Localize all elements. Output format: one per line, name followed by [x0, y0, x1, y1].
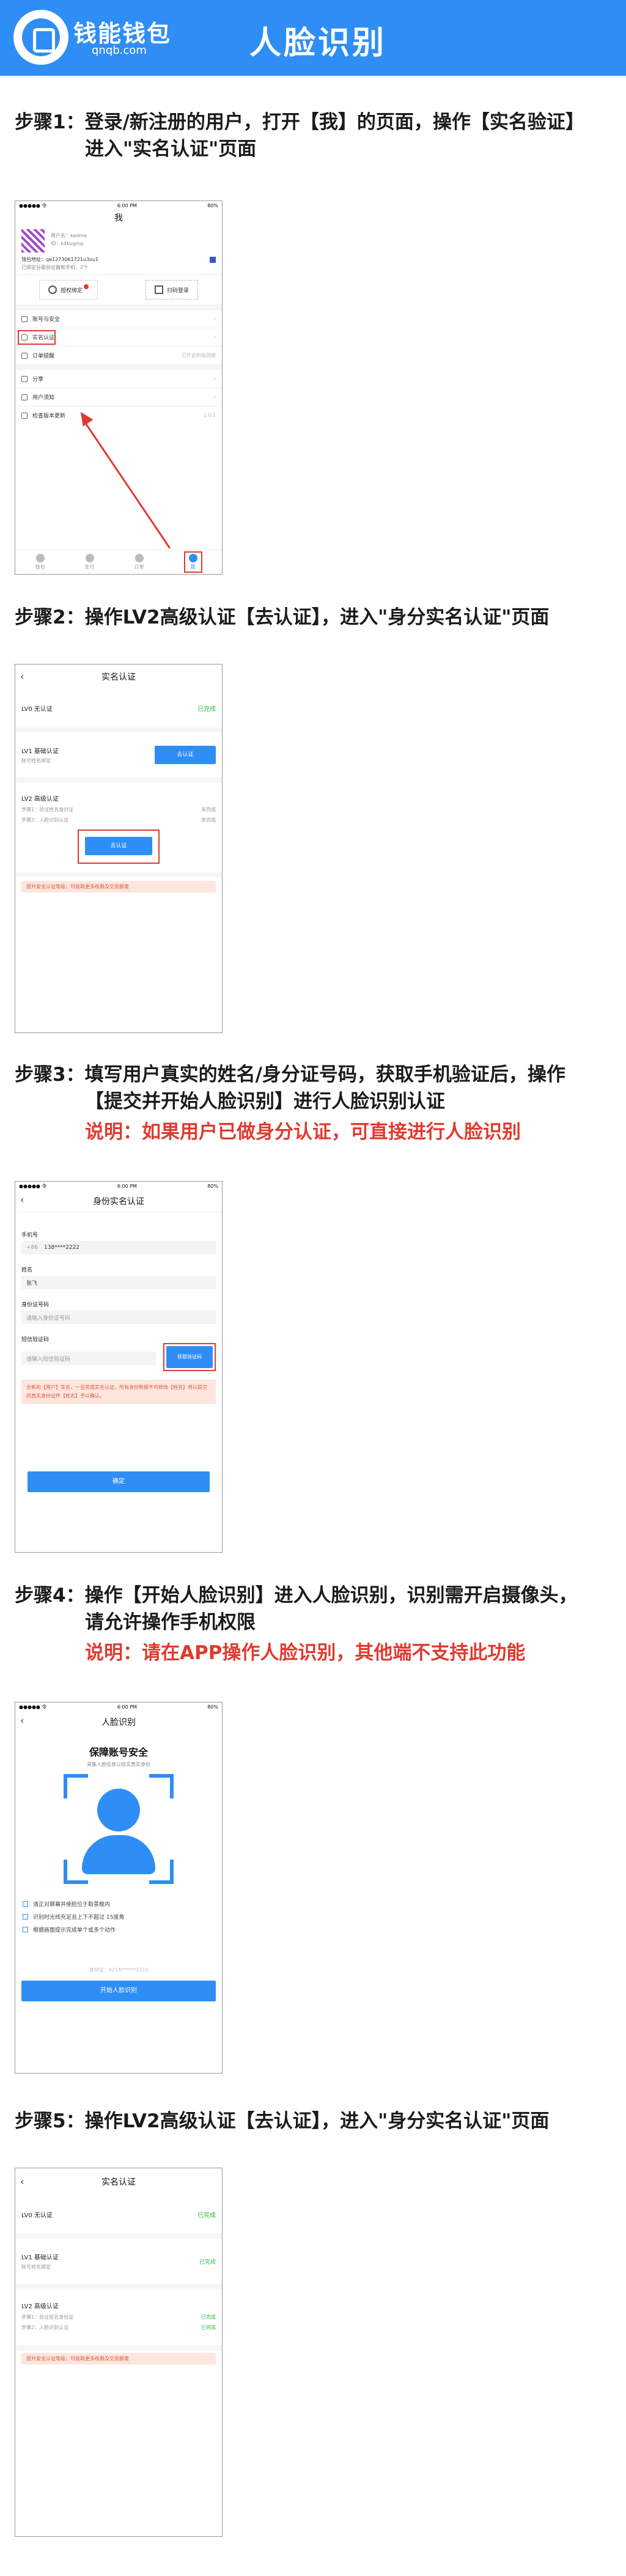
lv1-verify-button[interactable]: 去认证: [155, 746, 216, 764]
avatar: [21, 229, 45, 252]
name-field[interactable]: 张飞: [21, 1276, 216, 1289]
bind-auth-button[interactable]: 授权绑定: [39, 280, 98, 300]
wallet-logo-icon: [13, 10, 68, 65]
menu-item-verify[interactable]: 实名认证 ›: [15, 328, 222, 346]
phone-screen-face: ●●●●● 令 6:00 PM 80% ‹ 人脸识别 保障账号安全 采集人脸信息以核…: [15, 1702, 223, 2074]
back-icon[interactable]: ‹: [20, 2176, 24, 2187]
sms-code-field[interactable]: 请输入短信验证码: [21, 1352, 156, 1365]
scan-login-button[interactable]: 扫码登录: [145, 280, 198, 300]
wallet-address: 钱包地址：qe1273061721u3ou1: [21, 257, 99, 262]
status-bar: ●●●●● 令 6:00 PM 80%: [15, 1182, 222, 1190]
verify-navbar: ‹ 实名认证: [20, 2176, 136, 2187]
user-name: 用户名：kedma: [51, 233, 87, 238]
info-icon: [21, 412, 28, 419]
verify-navbar: ‹ 实名认证: [20, 671, 136, 682]
scan-icon: [154, 285, 163, 294]
tip-banner: 提升安全认证等级，可获取更多权限及交易额度: [21, 2353, 216, 2364]
menu-item-update[interactable]: 检查版本更新 1.0.1: [15, 406, 222, 424]
step-3-text: 步骤3：填写用户真实的姓名/身分证号码，获取手机验证后，操作 【提交并开始人脸识…: [15, 1064, 565, 1143]
header-banner: 钱能钱包 qnqb.com 人脸识别: [0, 0, 626, 76]
step-1-text: 步骤1：登录/新注册的用户，打开【我】的页面，操作【实名验证】 进入"实名认证"…: [15, 111, 584, 160]
face-navbar: ‹ 人脸识别: [20, 1715, 136, 1728]
light-hint-icon: [23, 1914, 28, 1919]
highlight-box: 获取验证码: [163, 1343, 216, 1371]
lv1-card: LV1 基础认证 账号姓名绑定 去认证: [15, 732, 222, 782]
hint-3: 根据画面提示完成单个或多个动作: [15, 1923, 222, 1936]
submit-button[interactable]: 确定: [28, 1471, 210, 1492]
logo-domain: qnqb.com: [92, 44, 147, 57]
tip-banner: 提升安全认证等级，可获取更多权限及交易额度: [21, 881, 216, 892]
tab-wallet[interactable]: 钱包: [35, 554, 45, 570]
wallet-icon: [35, 554, 45, 562]
back-icon[interactable]: ‹: [20, 671, 24, 682]
key-icon: [48, 285, 57, 294]
id-number-field[interactable]: 请输入身份证号码: [21, 1311, 216, 1324]
highlight-box: [18, 330, 56, 345]
face-frame-icon: [64, 1774, 174, 1884]
order-icon: [134, 554, 144, 562]
start-face-button[interactable]: 开始人脸识别: [21, 1981, 216, 2001]
tab-me[interactable]: 我: [183, 551, 202, 573]
phone-screen-me: ●●●●● 令 6:00 PM 80% 我 用户名：kedma ID：k4kugmp…: [15, 201, 223, 575]
hint-2: 识别时光线充足且上下不超过 15度角: [15, 1910, 222, 1923]
page-title: 人脸识别: [249, 25, 387, 62]
phone-field[interactable]: +86 138****2222: [21, 1241, 216, 1254]
bell-icon: [21, 352, 28, 359]
lv2-card: LV2 高级认证 步骤1：验证姓名身份证 未完成 步骤2：人脸识别认证 未完成 去认…: [15, 782, 222, 877]
doc-icon: [21, 394, 28, 400]
phone-screen-verify-levels: ‹ 实名认证 LV0 无认证 已完成 LV1 基础认证 账号姓名绑定 去认证 LV2…: [15, 664, 223, 1033]
status-bar: ●●●●● 令 6:00 PM 80%: [15, 1702, 222, 1711]
hint-1: 请正对屏幕并使脸位于取景框内: [15, 1897, 222, 1910]
id-masked: 身份证：4214******2222: [89, 1967, 149, 1973]
logo-name: 钱能钱包: [73, 20, 172, 47]
bind-hint: 已绑定谷歌验证器和手机：2个: [21, 265, 89, 270]
lv2-card: LV2 高级认证 步骤1：验证姓名身份证 已完成 步骤2：人脸识别认证 已完成: [15, 2289, 222, 2350]
lv0-card: LV0 无认证 已完成: [15, 689, 222, 732]
menu-item-share[interactable]: 分享 ›: [15, 369, 222, 388]
face-sub: 采集人脸信息以核实真实身份: [87, 1762, 150, 1767]
step-2-text: 步骤2：操作LV2高级认证【去认证】，进入"身分实名认证"页面: [15, 606, 550, 628]
status-bar: ●●●●● 令 6:00 PM 80%: [15, 201, 222, 210]
phone-screen-id-form: ●●●●● 令 6:00 PM 80% ‹ 身份实名认证 手机号 +86 138***…: [15, 1181, 223, 1553]
step-5-text: 步骤5：操作LV2高级认证【去认证】，进入"身分实名认证"页面: [15, 2110, 550, 2132]
highlight-box: 去认证: [78, 830, 160, 864]
me-icon: [188, 554, 197, 562]
share-icon: [21, 375, 28, 382]
step-4-text: 步骤4：操作【开始人脸识别】进入人脸识别，识别需开启摄像头， 请允许操作手机权限…: [15, 1584, 578, 1664]
form-navbar: ‹ 身份实名认证: [15, 1190, 222, 1212]
warning-text: 全新的【用户】实名，一旦完成实名认证，所有身份数据不可修改【姓名】将以提交的真实…: [21, 1380, 216, 1404]
tab-bar: 钱包 支付 订单 我: [15, 550, 222, 574]
shield-icon: [21, 315, 28, 322]
copy-icon[interactable]: [210, 256, 216, 263]
lv0-card: LV0 无认证 已完成: [15, 2195, 222, 2239]
lv2-verify-button[interactable]: 去认证: [85, 837, 152, 855]
user-id: ID：k4kugmp: [51, 241, 84, 246]
lv1-card: LV1 基础认证 账号姓名绑定 已完成: [15, 2239, 222, 2289]
menu-item-account-security[interactable]: 账号与安全 ›: [15, 309, 222, 328]
menu-item-notice[interactable]: 用户须知 ›: [15, 388, 222, 406]
pay-icon: [85, 554, 94, 562]
menu-item-order-alert[interactable]: 订单提醒 已开启积极提醒: [15, 346, 222, 369]
action-hint-icon: [23, 1927, 28, 1932]
get-code-button[interactable]: 获取验证码: [166, 1346, 213, 1368]
nav-title: 我: [114, 213, 123, 223]
tab-order[interactable]: 订单: [134, 554, 144, 570]
face-heading: 保障账号安全: [89, 1746, 148, 1758]
back-icon[interactable]: ‹: [20, 1715, 24, 1726]
badge-dot: [84, 284, 89, 289]
face-hint-icon: [23, 1901, 28, 1907]
tab-pay[interactable]: 支付: [85, 554, 95, 570]
phone-screen-verify-done: ‹ 实名认证 LV0 无认证 已完成 LV1 基础认证 账号姓名绑定 已完成 LV2…: [15, 2168, 223, 2537]
back-icon[interactable]: ‹: [20, 1194, 24, 1205]
